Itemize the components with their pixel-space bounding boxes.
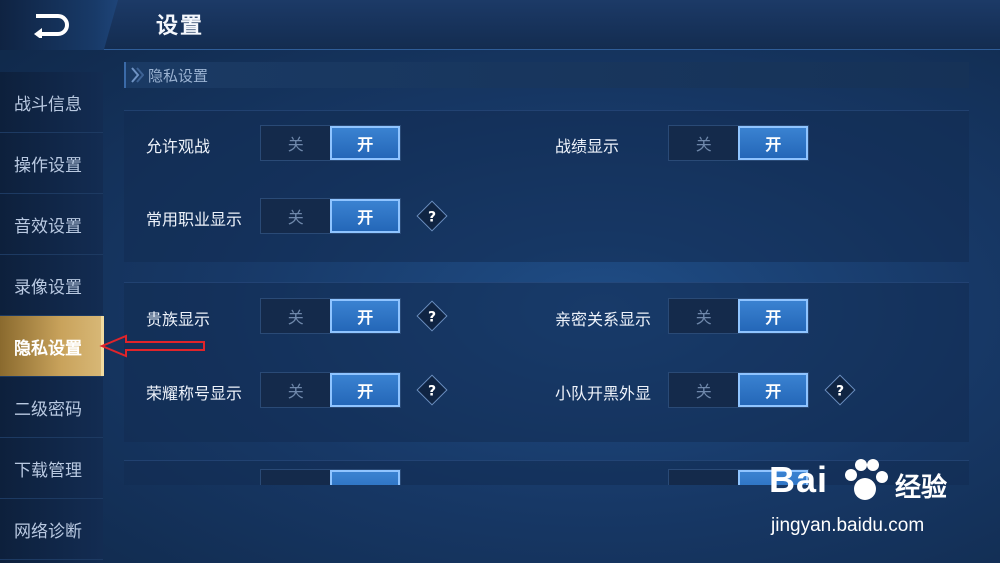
sidebar-item-label: 下载管理	[14, 460, 82, 481]
toggle-on-button[interactable]	[330, 470, 400, 485]
noble-display-toggle: 关 开	[260, 298, 401, 334]
help-label: ?	[427, 383, 437, 400]
help-label: ?	[427, 309, 437, 326]
intimacy-display-toggle: 关 开	[668, 298, 809, 334]
sidebar: 战斗信息 操作设置 音效设置 录像设置 隐私设置 二级密码 下载管理 网络诊断	[0, 72, 104, 563]
settings-group-display: 贵族显示 关 开 ? 亲密关系显示 关 开 荣耀称号显示 关 开 ? 小队开黑外…	[124, 282, 969, 442]
sidebar-item-network[interactable]: 网络诊断	[0, 499, 103, 560]
sidebar-item-second-password[interactable]: 二级密码	[0, 377, 103, 438]
sidebar-item-label: 隐私设置	[14, 338, 82, 359]
section-title: 隐私设置	[148, 67, 209, 85]
team-smurf-display-toggle: 关 开	[668, 372, 809, 408]
toggle-off-button[interactable]	[669, 470, 739, 485]
toggle-off-button[interactable]: 关	[669, 299, 739, 333]
sidebar-item-label: 操作设置	[14, 155, 82, 176]
help-icon[interactable]: ?	[416, 374, 448, 406]
noble-display-label: 贵族显示	[146, 310, 211, 329]
sidebar-item-recording[interactable]: 录像设置	[0, 255, 103, 316]
toggle-on-button[interactable]: 开	[738, 373, 808, 407]
help-icon[interactable]: ?	[416, 300, 448, 332]
sidebar-item-controls[interactable]: 操作设置	[0, 133, 103, 194]
help-label: ?	[427, 209, 437, 226]
partial-toggle	[260, 469, 401, 485]
watermark-brand-suffix: 经验	[895, 473, 948, 503]
toggle-off-button[interactable]: 关	[669, 373, 739, 407]
sidebar-item-downloads[interactable]: 下载管理	[0, 438, 103, 499]
watermark-brand: Bai	[769, 459, 829, 500]
sidebar-item-label: 网络诊断	[14, 521, 82, 542]
settings-group-basic: 允许观战 关 开 战绩显示 关 开 常用职业显示 关 开 ?	[124, 110, 969, 262]
stats-display-toggle: 关 开	[668, 125, 809, 161]
back-button[interactable]	[0, 0, 118, 50]
page-title: 设置	[156, 14, 205, 39]
sidebar-item-privacy[interactable]: 隐私设置	[0, 316, 104, 377]
watermark-url: jingyan.baidu.com	[771, 515, 925, 536]
paw-logo-icon	[845, 459, 888, 500]
intimacy-display-label: 亲密关系显示	[555, 310, 652, 329]
toggle-on-button[interactable]: 开	[738, 126, 808, 160]
sidebar-item-sound[interactable]: 音效设置	[0, 194, 103, 255]
toggle-off-button[interactable]	[261, 470, 331, 485]
help-label: ?	[835, 383, 845, 400]
toggle-off-button[interactable]: 关	[261, 373, 331, 407]
section-header: 隐私设置	[124, 62, 969, 88]
chevron-right-icon	[131, 67, 144, 83]
team-smurf-display-label: 小队开黑外显	[555, 384, 652, 403]
toggle-on-button[interactable]: 开	[330, 199, 400, 233]
baidu-watermark: Bai 经验 jingyan.baidu.com	[765, 455, 995, 555]
annotation-arrow-icon	[99, 334, 205, 358]
role-display-label: 常用职业显示	[146, 210, 243, 229]
honor-title-display-toggle: 关 开	[260, 372, 401, 408]
top-bar: 设置	[0, 0, 1000, 50]
allow-spectate-toggle: 关 开	[260, 125, 401, 161]
toggle-off-button[interactable]: 关	[261, 126, 331, 160]
toggle-off-button[interactable]: 关	[261, 199, 331, 233]
toggle-off-button[interactable]: 关	[261, 299, 331, 333]
stats-display-label: 战绩显示	[555, 137, 620, 156]
help-icon[interactable]: ?	[416, 200, 448, 232]
back-arrow-icon	[34, 14, 69, 38]
allow-spectate-label: 允许观战	[146, 137, 211, 156]
sidebar-item-label: 录像设置	[14, 277, 82, 298]
toggle-on-button[interactable]: 开	[330, 126, 400, 160]
honor-title-display-label: 荣耀称号显示	[146, 384, 243, 403]
toggle-off-button[interactable]: 关	[669, 126, 739, 160]
settings-panel: 隐私设置 允许观战 关 开 战绩显示 关 开 常用职业显示 关 开 ? 贵族显示…	[104, 50, 1000, 485]
toggle-on-button[interactable]: 开	[330, 373, 400, 407]
sidebar-item-label: 二级密码	[14, 399, 82, 420]
help-icon[interactable]: ?	[824, 374, 856, 406]
sidebar-item-label: 音效设置	[14, 216, 82, 237]
sidebar-item-battle-info[interactable]: 战斗信息	[0, 72, 103, 133]
toggle-on-button[interactable]: 开	[738, 299, 808, 333]
role-display-toggle: 关 开	[260, 198, 401, 234]
toggle-on-button[interactable]: 开	[330, 299, 400, 333]
sidebar-item-label: 战斗信息	[14, 94, 82, 115]
